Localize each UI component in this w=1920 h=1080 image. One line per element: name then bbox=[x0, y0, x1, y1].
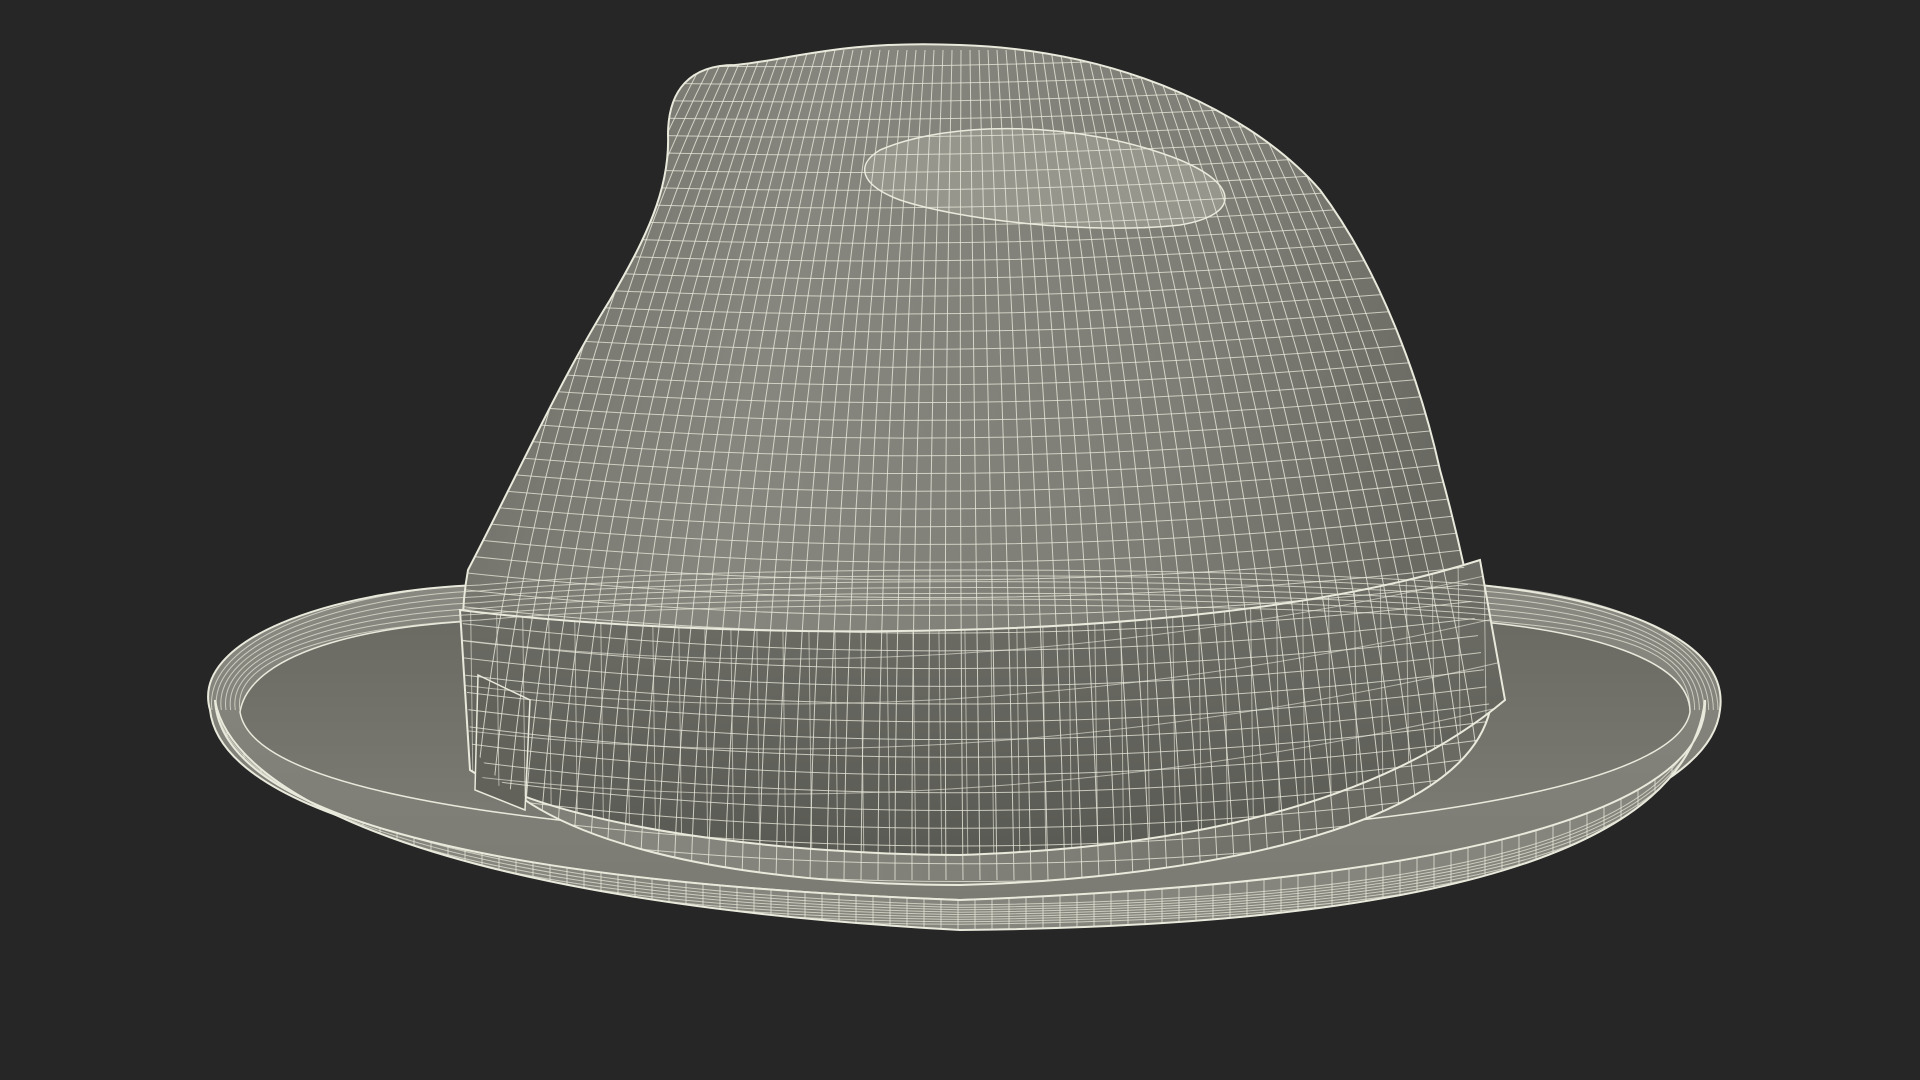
hat-wireframe-render bbox=[207, 43, 1722, 932]
hat-band-bow bbox=[474, 673, 531, 812]
render-viewport bbox=[0, 0, 1920, 1080]
